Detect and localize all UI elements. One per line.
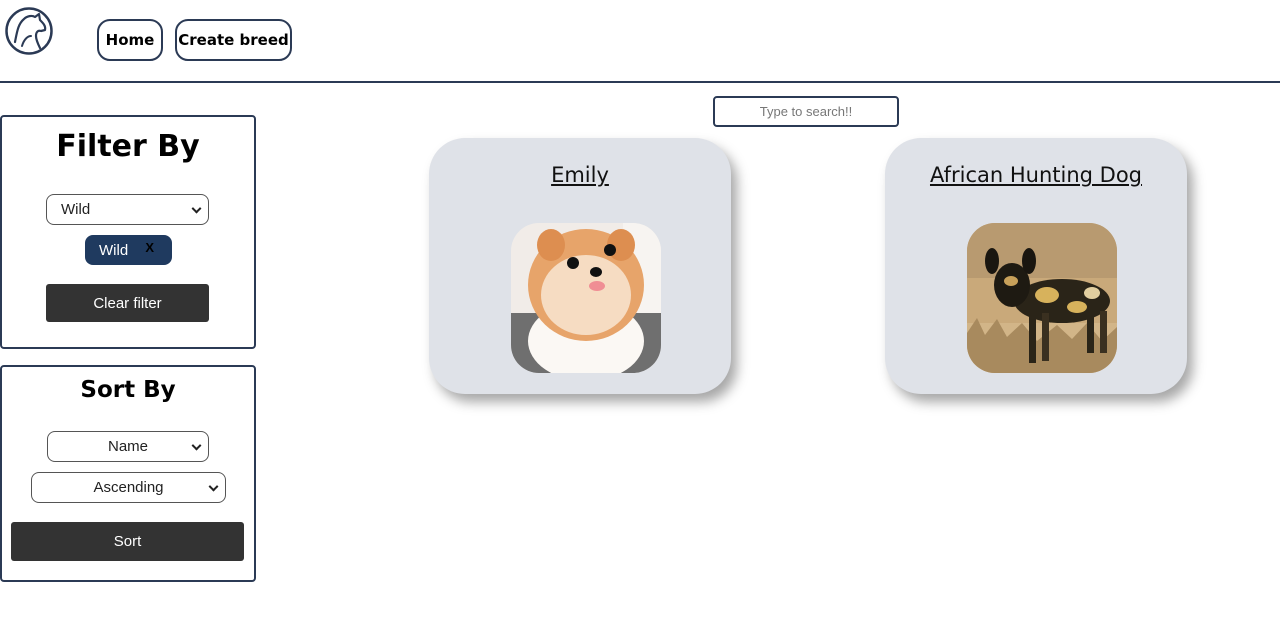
chevron-down-icon (191, 203, 202, 214)
clear-filter-button[interactable]: Clear filter (46, 284, 209, 322)
breed-card: Emily (429, 138, 731, 394)
active-filter-chip: Wild X (85, 235, 172, 265)
breed-card: African Hunting Dog (885, 138, 1187, 394)
breed-card-image (511, 223, 661, 373)
chevron-down-icon (191, 440, 202, 451)
header-divider (0, 81, 1280, 83)
sort-order-select[interactable]: Ascending (31, 472, 226, 503)
filter-title: Filter By (56, 129, 200, 164)
sort-order-value: Ascending (93, 479, 164, 496)
sort-panel: Sort By Name Ascending Sort (0, 365, 256, 582)
breed-card-name-link[interactable]: African Hunting Dog (885, 163, 1187, 187)
active-filter-chip-label: Wild (99, 241, 129, 259)
filter-panel: Filter By Wild Wild X Clear filter (0, 115, 256, 349)
filter-select[interactable]: Wild (46, 194, 209, 225)
logo-icon[interactable] (4, 6, 54, 56)
search-input[interactable] (713, 96, 899, 127)
sort-title: Sort By (80, 377, 176, 403)
breed-card-image (967, 223, 1117, 373)
remove-filter-button[interactable]: X (145, 240, 154, 255)
sort-button[interactable]: Sort (11, 522, 244, 561)
sort-field-select[interactable]: Name (47, 431, 209, 462)
sort-field-value: Name (107, 438, 148, 455)
home-button[interactable]: Home (97, 19, 163, 61)
filter-select-value: Wild (61, 201, 91, 218)
chevron-down-icon (208, 481, 219, 492)
breed-card-name-link[interactable]: Emily (429, 163, 731, 187)
create-breed-button[interactable]: Create breed (175, 19, 292, 61)
